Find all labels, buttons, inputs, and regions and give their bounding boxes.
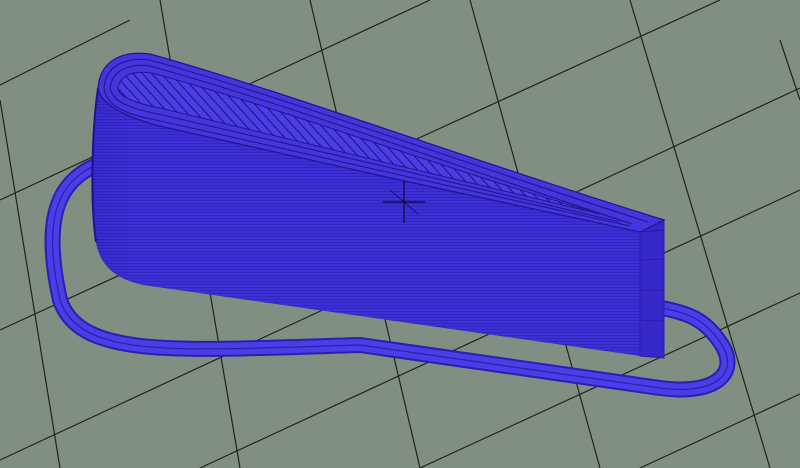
printed-part[interactable] <box>91 52 666 359</box>
part-end-face <box>639 219 665 359</box>
3d-print-preview-viewport[interactable] <box>0 0 800 468</box>
scene-canvas[interactable] <box>0 0 800 468</box>
